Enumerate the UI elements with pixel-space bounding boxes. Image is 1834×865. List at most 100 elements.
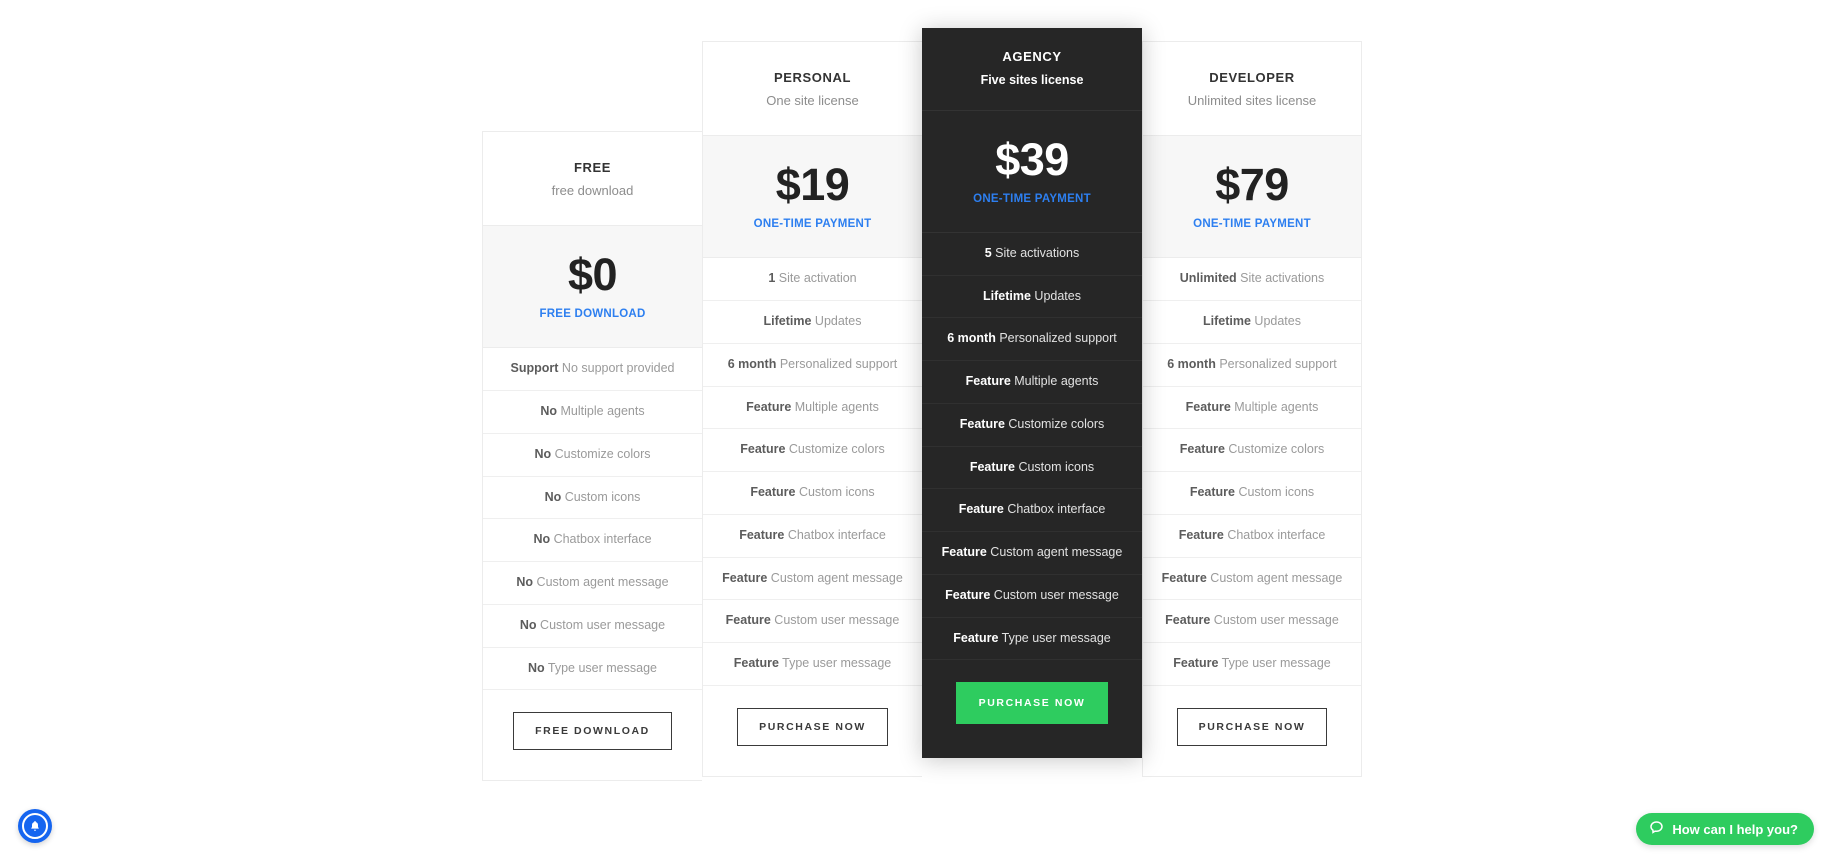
price-note-free: FREE DOWNLOAD — [539, 308, 646, 321]
feature-strong: Lifetime — [763, 314, 812, 329]
feature-list-free: Support No support provided No Multiple a… — [483, 348, 702, 691]
feature-strong: Feature — [945, 587, 991, 602]
feature-text: Custom user message — [1210, 613, 1339, 628]
cta-block-developer: PURCHASE NOW — [1143, 685, 1361, 776]
feature-strong: Feature — [746, 399, 792, 414]
feature-row: 6 month Personalized support — [1143, 344, 1361, 387]
feature-text: Updates — [1030, 288, 1081, 303]
price-block-free: $0 FREE DOWNLOAD — [483, 226, 702, 349]
pricing-table: FREE free download $0 FREE DOWNLOAD Supp… — [482, 0, 1382, 865]
feature-row: Feature Custom icons — [1143, 472, 1361, 515]
help-widget-label: How can I help you? — [1672, 821, 1798, 837]
feature-strong: Feature — [1178, 527, 1224, 542]
feature-row: Feature Type user message — [703, 643, 922, 686]
price-block-personal: $19 ONE-TIME PAYMENT — [703, 136, 922, 259]
feature-text: Chatbox interface — [550, 532, 652, 547]
feature-text: Type user message — [544, 660, 657, 675]
feature-row: Feature Custom user message — [922, 575, 1142, 618]
feature-text: Multiple agents — [557, 404, 645, 419]
feature-row: No Customize colors — [483, 434, 702, 477]
feature-text: Multiple agents — [1230, 399, 1319, 414]
feature-text: Customize colors — [785, 442, 885, 457]
purchase-now-button-developer[interactable]: PURCHASE NOW — [1176, 707, 1328, 746]
plan-subtitle-developer: Unlimited sites license — [1187, 92, 1317, 108]
pricing-card-personal: PERSONAL One site license $19 ONE-TIME P… — [702, 41, 922, 777]
feature-strong: 6 month — [727, 356, 777, 371]
feature-list-agency: 5 Site activations Lifetime Updates 6 mont… — [922, 232, 1142, 661]
plan-subtitle-personal: One site license — [766, 92, 859, 108]
notification-widget[interactable] — [18, 809, 52, 843]
feature-strong: Feature — [725, 613, 771, 628]
feature-row: Feature Multiple agents — [703, 387, 922, 430]
plan-name-free: FREE — [573, 160, 612, 175]
feature-text: Type user message — [998, 630, 1111, 645]
feature-row: Feature Custom user message — [703, 600, 922, 644]
feature-strong: Lifetime — [983, 288, 1031, 303]
cta-block-personal: PURCHASE NOW — [703, 685, 922, 776]
plan-name-personal: PERSONAL — [773, 70, 852, 85]
feature-text: Custom icons — [795, 485, 875, 500]
feature-row: Lifetime Updates — [1143, 301, 1361, 344]
feature-list-personal: 1 Site activation Lifetime Updates 6 month… — [703, 258, 922, 686]
feature-text: Chatbox interface — [784, 527, 886, 542]
price-block-agency: $39 ONE-TIME PAYMENT — [922, 110, 1142, 233]
feature-strong: No — [534, 446, 552, 461]
feature-text: Custom agent message — [533, 575, 669, 590]
feature-text: Custom user message — [770, 613, 900, 628]
feature-strong: No — [533, 532, 551, 547]
feature-strong: Feature — [941, 545, 987, 560]
plan-header-personal: PERSONAL One site license — [703, 42, 922, 137]
feature-text: Multiple agents — [1010, 374, 1099, 389]
feature-strong: Unlimited — [1179, 271, 1237, 286]
feature-row: No Multiple agents — [483, 391, 702, 434]
feature-strong: Feature — [1173, 656, 1219, 671]
feature-text: Updates — [811, 314, 862, 329]
feature-strong: No — [516, 575, 534, 590]
feature-text: Site activations — [991, 245, 1080, 260]
price-amount-free: $0 — [567, 249, 618, 301]
feature-row: Feature Customize colors — [1143, 429, 1361, 473]
feature-text: Custom icons — [1014, 459, 1095, 474]
feature-text: Chatbox interface — [1223, 527, 1326, 542]
pricing-card-agency: AGENCY Five sites license $39 ONE-TIME P… — [922, 28, 1142, 759]
feature-row: No Custom user message — [483, 605, 702, 648]
free-download-button[interactable]: FREE DOWNLOAD — [513, 712, 672, 751]
plan-subtitle-agency: Five sites license — [980, 72, 1084, 87]
feature-row: No Chatbox interface — [483, 519, 702, 563]
feature-text: Custom agent message — [1206, 570, 1343, 585]
feature-text: Customize colors — [1004, 416, 1105, 431]
feature-strong: Feature — [750, 485, 796, 500]
feature-strong: 6 month — [947, 331, 996, 346]
feature-row: Feature Chatbox interface — [922, 489, 1142, 533]
feature-strong: Feature — [969, 459, 1015, 474]
chat-bubble-icon — [1649, 820, 1664, 838]
feature-strong: Feature — [953, 630, 999, 645]
feature-row: Feature Custom user message — [1143, 600, 1361, 644]
feature-text: Customize colors — [551, 446, 651, 461]
feature-row: Feature Type user message — [1143, 643, 1361, 686]
feature-row: No Custom agent message — [483, 562, 702, 605]
feature-text: Custom agent message — [986, 545, 1123, 560]
feature-text: No support provided — [558, 361, 675, 376]
feature-strong: Feature — [739, 527, 785, 542]
feature-strong: 6 month — [1167, 356, 1216, 371]
price-amount-personal: $19 — [775, 159, 850, 211]
feature-list-developer: Unlimited Site activations Lifetime Updat… — [1143, 258, 1361, 686]
help-chat-widget[interactable]: How can I help you? — [1636, 813, 1814, 845]
feature-text: Chatbox interface — [1003, 502, 1106, 517]
pricing-card-free: FREE free download $0 FREE DOWNLOAD Supp… — [482, 131, 702, 782]
feature-text: Type user message — [1218, 656, 1331, 671]
price-note-personal: ONE-TIME PAYMENT — [753, 218, 872, 231]
pricing-column-free: FREE free download $0 FREE DOWNLOAD Supp… — [482, 0, 702, 865]
feature-row: Lifetime Updates — [703, 301, 922, 344]
feature-row: Feature Customize colors — [703, 429, 922, 473]
feature-strong: No — [544, 489, 562, 504]
feature-row: Feature Type user message — [922, 618, 1142, 661]
purchase-now-button-agency[interactable]: PURCHASE NOW — [955, 682, 1109, 725]
feature-row: Feature Custom agent message — [922, 532, 1142, 575]
purchase-now-button-personal[interactable]: PURCHASE NOW — [737, 707, 888, 746]
feature-strong: Feature — [1165, 613, 1211, 628]
feature-strong: No — [519, 617, 537, 632]
price-amount-agency: $39 — [995, 133, 1069, 185]
feature-text: Personalized support — [776, 356, 898, 371]
